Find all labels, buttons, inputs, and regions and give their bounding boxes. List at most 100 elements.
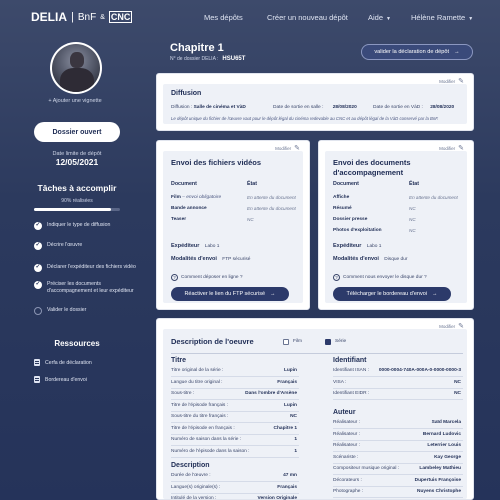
- field-value: Nuyens Christophe: [417, 489, 461, 494]
- mode-value: FTP sécurisé: [222, 257, 251, 262]
- nav-user-menu[interactable]: Hélène Ramette ▼: [411, 13, 473, 22]
- nav-mes-depots[interactable]: Mes dépôts: [204, 13, 243, 22]
- task-item[interactable]: Valider le dossier: [34, 307, 144, 315]
- field-value: 1: [294, 448, 297, 454]
- serie-checkbox[interactable]: [325, 339, 331, 345]
- help-link[interactable]: ? Comment déposer en ligne ?: [171, 274, 243, 281]
- doc-row: Affiche: [333, 195, 349, 200]
- help-link[interactable]: ? Comment nous envoyer le disque dur ?: [333, 274, 427, 281]
- dossier-number-value: HSU65T: [222, 56, 246, 62]
- field-label: Photographe :: [333, 489, 364, 494]
- download-bordereau-button[interactable]: Télécharger le bordereau d'envoi →: [333, 287, 451, 301]
- row-separator: [333, 451, 463, 452]
- question-icon: ?: [171, 274, 178, 281]
- row-separator: [333, 474, 463, 475]
- mode-label: Modalités d'envoi: [171, 256, 217, 262]
- row-separator: [333, 387, 463, 389]
- col-state: État: [247, 181, 258, 187]
- field-value: 47 mn: [283, 473, 297, 478]
- field-label: Intitulé de la version :: [171, 496, 217, 500]
- row-separator: [171, 387, 299, 389]
- field-label: Identifiant EIDR :: [333, 391, 370, 396]
- modify-label: Modifier: [439, 145, 456, 151]
- document-icon: [34, 359, 40, 366]
- sender-value: Labo 1: [366, 244, 382, 249]
- docs-title-line2: d'accompagnement: [333, 168, 404, 177]
- mode-value: Disque dur: [384, 257, 408, 262]
- auteur-section: Auteur: [333, 409, 356, 416]
- dossier-status-button[interactable]: Dossier ouvert: [34, 122, 120, 142]
- doc-name: Teaser: [171, 217, 187, 222]
- validate-label: valider la déclaration de dépôt: [374, 49, 450, 55]
- document-icon: [34, 376, 40, 383]
- description-section: Description: [171, 462, 210, 469]
- field-value: Saïd Marcela: [431, 420, 461, 425]
- task-item[interactable]: ✓ Décrire l'œuvre: [34, 242, 144, 250]
- doc-state: NC: [409, 217, 416, 222]
- serie-label: Série: [335, 339, 347, 344]
- release-vad-value: 28/08/2020: [430, 105, 455, 110]
- task-item[interactable]: ✓ Déclarer l'expéditeur des fichiers vidé…: [34, 264, 144, 272]
- row-separator: [333, 462, 463, 464]
- reactivate-ftp-label: Réactiver le lien du FTP sécurisé: [184, 291, 266, 297]
- sender-value: Labo 1: [204, 244, 220, 249]
- field-value: NC: [454, 391, 461, 396]
- field-value: Lambeley Mathieu: [419, 466, 461, 471]
- row-separator: [171, 481, 299, 482]
- field-label: Langue du titre original :: [171, 379, 223, 385]
- resource-link[interactable]: Cerfa de déclaration: [34, 359, 92, 366]
- top-navbar: DELIA | BnF & CNC Mes dépôts Créer un no…: [0, 0, 500, 34]
- film-checkbox[interactable]: [283, 339, 289, 345]
- diffusion-type-label: Diffusion :: [171, 105, 193, 110]
- logo-main: DELIA: [31, 10, 67, 24]
- tasks-progress-text: 90% réalisées: [61, 198, 93, 204]
- chevron-down-icon: ▼: [468, 16, 474, 22]
- check-icon: ✓: [34, 264, 42, 272]
- titre-section: Titre: [171, 357, 187, 364]
- field-value: Leterrier Louis: [427, 443, 461, 448]
- row-separator: [333, 428, 463, 429]
- task-label: Indiquer le type de diffusion: [47, 222, 111, 228]
- reactivate-ftp-button[interactable]: Réactiver le lien du FTP sécurisé →: [171, 287, 289, 301]
- arrow-right-icon: →: [270, 291, 276, 297]
- release-cinema-label: Date de sortie en salle :: [273, 105, 324, 110]
- field-label: Identifiant ISAN :: [333, 368, 369, 373]
- task-item[interactable]: ✓ Indiquer le type de diffusion: [34, 222, 144, 230]
- field-value: NC: [454, 379, 461, 385]
- doc-name: Film: [171, 195, 181, 200]
- check-icon: ✓: [34, 242, 42, 250]
- doc-name: Photos d'exploitation: [333, 228, 382, 233]
- tasks-progress-fill: [34, 208, 112, 211]
- section-divider: [171, 353, 463, 354]
- videos-card: Modifier ✎ Envoi des fichiers vidéos Docu…: [156, 140, 310, 310]
- resource-link[interactable]: Bordereau d'envoi: [34, 376, 87, 383]
- logo-separator: |: [71, 11, 74, 23]
- doc-state: En attente du document: [409, 195, 458, 200]
- field-label: Réalisateur :: [333, 431, 360, 437]
- doc-row: Résumé: [333, 206, 352, 211]
- release-vad: Date de sortie en VàD : 28/08/2020: [373, 105, 454, 110]
- download-bordereau-label: Télécharger le bordereau d'envoi: [346, 291, 428, 297]
- oeuvre-card-body: Description de l'oeuvre Film Série Titre…: [163, 329, 467, 500]
- nav-aide[interactable]: Aide ▼: [368, 13, 391, 22]
- field-label: Décorateurs :: [333, 477, 362, 483]
- delia-logo[interactable]: DELIA | BnF & CNC: [31, 10, 133, 24]
- docs-title-line1: Envoi des documents: [333, 158, 411, 167]
- oeuvre-card: Modifier ✎ Description de l'oeuvre Film S…: [156, 318, 474, 500]
- docs-card: Modifier ✎ Envoi des documents d'accompag…: [318, 140, 474, 310]
- validate-declaration-button[interactable]: valider la déclaration de dépôt →: [361, 44, 473, 60]
- field-label: Numéro de l'épisode dans la saison :: [171, 448, 250, 454]
- col-state: État: [409, 181, 420, 187]
- nav-user-label: Hélène Ramette: [411, 13, 466, 22]
- chevron-down-icon: ▼: [386, 16, 391, 22]
- add-vignette-link[interactable]: + Ajouter une vignette: [20, 98, 130, 104]
- row-separator: [171, 492, 299, 494]
- task-item[interactable]: ✓ Préciser les documents d'accompagnement…: [34, 281, 144, 295]
- field-value: Chapitre 1: [273, 425, 297, 431]
- doc-name: Résumé: [333, 206, 352, 211]
- avatar[interactable]: [50, 42, 102, 94]
- nav-nouveau-depot[interactable]: Créer un nouveau dépôt: [267, 13, 348, 22]
- field-label: Sous-titre :: [171, 391, 195, 396]
- row-separator: [333, 376, 463, 377]
- tasks-title: Tâches à accomplir: [37, 183, 117, 193]
